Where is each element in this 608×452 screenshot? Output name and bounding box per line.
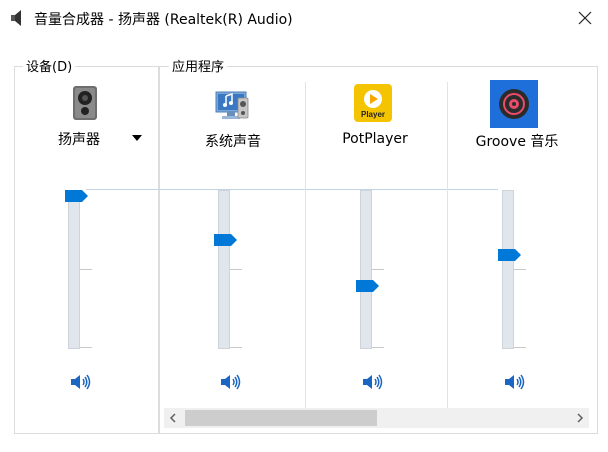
- app-name-potplayer: PotPlayer: [342, 131, 408, 147]
- groove-music-volume-track[interactable]: [502, 190, 514, 349]
- close-button[interactable]: [562, 0, 608, 36]
- potplayer-mute-button[interactable]: [362, 372, 384, 392]
- app-name-groove-music: Groove 音乐: [475, 134, 559, 150]
- system-sounds-volume-thumb[interactable]: [214, 233, 238, 246]
- app-column-system-sounds: 系统声音: [163, 84, 303, 414]
- device-mute-button[interactable]: [70, 372, 92, 392]
- applications-group-label: 应用程序: [169, 56, 228, 75]
- scroll-right-icon[interactable]: [571, 408, 589, 428]
- system-sounds-volume-track[interactable]: [218, 190, 230, 349]
- speaker-device-icon: [73, 86, 97, 120]
- window-title: 音量合成器 - 扬声器 (Realtek(R) Audio): [34, 12, 293, 28]
- title-bar: 音量合成器 - 扬声器 (Realtek(R) Audio): [0, 0, 608, 36]
- groove-music-volume-thumb[interactable]: [498, 249, 522, 262]
- device-volume-track[interactable]: [68, 190, 80, 349]
- svg-text:Player: Player: [361, 110, 385, 119]
- potplayer-tick-mid: [372, 269, 384, 270]
- system-sounds-icon: [215, 91, 249, 119]
- device-tick-low: [80, 347, 92, 348]
- app-column-potplayer: Player PotPlayer: [305, 84, 445, 414]
- groove-music-tick-low: [514, 347, 526, 348]
- device-column: 扬声器: [16, 84, 156, 414]
- device-name: 扬声器: [58, 132, 100, 148]
- groove-music-mute-button[interactable]: [504, 372, 526, 392]
- speaker-title-icon: [11, 10, 21, 26]
- close-icon: [578, 11, 592, 25]
- app-column-groove-music: Groove 音乐: [447, 80, 587, 414]
- groove-music-tick-mid: [514, 269, 526, 270]
- system-sounds-tick-mid: [230, 269, 242, 270]
- potplayer-volume-thumb[interactable]: [356, 279, 380, 292]
- scroll-left-icon[interactable]: [164, 408, 182, 428]
- potplayer-icon: Player: [354, 84, 392, 122]
- scrollbar-thumb[interactable]: [185, 410, 377, 426]
- app-name-system-sounds: 系统声音: [205, 134, 261, 150]
- device-group-label: 设备(D): [23, 56, 76, 75]
- groove-music-icon: [490, 80, 538, 128]
- device-dropdown-icon[interactable]: [129, 131, 145, 145]
- device-volume-thumb[interactable]: [65, 190, 89, 202]
- potplayer-tick-low: [372, 347, 384, 348]
- system-sounds-mute-button[interactable]: [220, 372, 242, 392]
- horizontal-scrollbar[interactable]: [164, 408, 589, 428]
- system-sounds-tick-low: [230, 347, 242, 348]
- potplayer-volume-track[interactable]: [360, 190, 372, 349]
- device-tick-mid: [80, 269, 92, 270]
